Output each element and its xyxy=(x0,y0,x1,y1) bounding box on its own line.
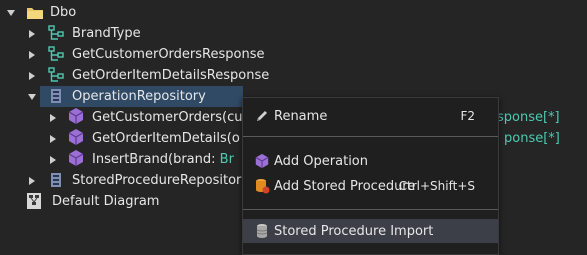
repository-icon xyxy=(47,171,65,189)
menu-item-label: Rename xyxy=(274,108,328,124)
tree-item-get-order-item-details-response[interactable]: GetOrderItemDetailsResponse xyxy=(72,68,269,83)
menu-separator xyxy=(243,209,498,210)
expand-arrow-icon[interactable] xyxy=(48,134,58,144)
menu-item-label: Add Stored Procedure xyxy=(274,178,416,194)
tree-item-default-diagram[interactable]: Default Diagram xyxy=(52,194,159,209)
expand-arrow-icon[interactable] xyxy=(48,113,58,123)
menu-item-label: Add Operation xyxy=(274,153,368,169)
tree-item-return-type: ponse[*] xyxy=(504,131,560,146)
rename-icon xyxy=(254,108,270,124)
menu-item-rename[interactable]: Rename F2 xyxy=(243,104,498,128)
collapse-arrow-icon[interactable] xyxy=(27,92,37,102)
expand-arrow-icon[interactable] xyxy=(27,50,37,60)
tree-item-operation-repository[interactable]: OperationRepository xyxy=(72,89,206,104)
expand-arrow-icon[interactable] xyxy=(27,71,37,81)
expand-arrow-icon[interactable] xyxy=(27,176,37,186)
tree-item-return-type: sponse[*] xyxy=(497,110,560,125)
collapse-arrow-icon[interactable] xyxy=(6,8,16,18)
type-icon xyxy=(47,24,65,42)
database-import-icon xyxy=(254,223,270,239)
tree-item-brandtype[interactable]: BrandType xyxy=(72,26,141,41)
tree-item-dbo[interactable]: Dbo xyxy=(50,5,76,20)
operation-icon xyxy=(67,149,85,167)
expand-arrow-icon[interactable] xyxy=(27,29,37,39)
menu-separator xyxy=(243,136,498,137)
tree-item-stored-procedure-repository[interactable]: StoredProcedureRepositor xyxy=(72,173,241,188)
repository-icon xyxy=(47,87,65,105)
menu-item-stored-procedure-import[interactable]: Stored Procedure Import xyxy=(243,219,498,243)
tree-item-get-order-item-details[interactable]: GetOrderItemDetails(o xyxy=(92,131,240,146)
operation-icon xyxy=(254,153,270,169)
parameter-type: Br xyxy=(219,152,234,167)
stored-procedure-icon xyxy=(254,178,270,194)
operation-icon xyxy=(67,128,85,146)
menu-item-label: Stored Procedure Import xyxy=(274,223,434,239)
context-menu: Rename F2 Add Operation Add Stored Proce… xyxy=(242,97,499,255)
menu-item-shortcut: Ctrl+Shift+S xyxy=(398,179,475,193)
tree-item-get-customer-orders-response[interactable]: GetCustomerOrdersResponse xyxy=(72,47,264,62)
type-icon xyxy=(47,45,65,63)
folder-icon xyxy=(26,4,44,22)
type-icon xyxy=(47,66,65,84)
operation-icon xyxy=(67,107,85,125)
diagram-icon xyxy=(25,192,43,210)
tree-item-insert-brand[interactable]: InsertBrand(brand: Br xyxy=(92,152,234,167)
expand-arrow-icon[interactable] xyxy=(48,155,58,165)
menu-item-add-stored-procedure[interactable]: Add Stored Procedure Ctrl+Shift+S xyxy=(243,174,498,198)
menu-item-shortcut: F2 xyxy=(460,109,475,123)
operation-signature: InsertBrand(brand: xyxy=(92,152,220,167)
menu-item-add-operation[interactable]: Add Operation xyxy=(243,149,498,173)
tree-item-get-customer-orders[interactable]: GetCustomerOrders(cu xyxy=(92,110,243,125)
